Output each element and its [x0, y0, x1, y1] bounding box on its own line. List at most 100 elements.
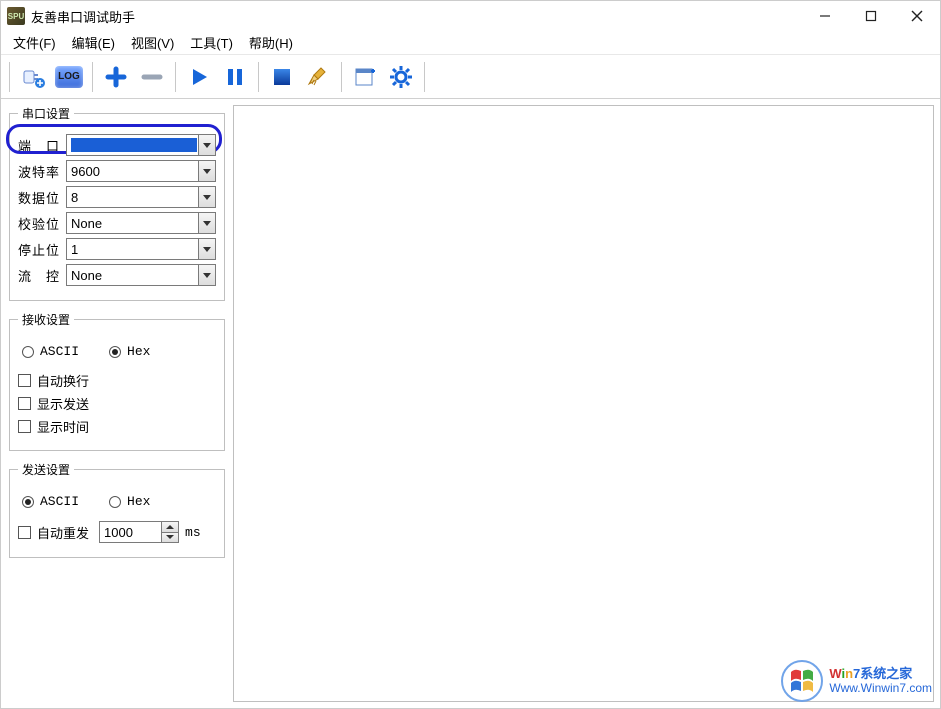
sidebar: 串口设置 端 口 波特率 9600 数据位 8	[1, 99, 233, 708]
radio-icon	[22, 496, 34, 508]
receive-text-area[interactable]	[233, 105, 934, 702]
spin-up-icon[interactable]	[162, 522, 178, 533]
checkbox-icon	[18, 374, 31, 387]
combo-flow-value: None	[71, 268, 102, 283]
main-area: 串口设置 端 口 波特率 9600 数据位 8	[1, 99, 940, 708]
combo-databits[interactable]: 8	[66, 186, 216, 208]
radio-send-ascii[interactable]: ASCII	[22, 494, 79, 509]
chevron-down-icon	[198, 161, 215, 181]
label-stopbits: 停止位	[18, 240, 62, 259]
maximize-button[interactable]	[848, 1, 894, 31]
label-autoresend: 自动重发	[37, 523, 89, 542]
toolbar-separator	[424, 62, 425, 92]
gear-icon	[387, 63, 415, 91]
combo-port[interactable]	[66, 134, 216, 156]
window-title: 友善串口调试助手	[31, 7, 135, 26]
close-icon	[911, 10, 923, 22]
settings-button[interactable]	[384, 60, 418, 94]
label-databits: 数据位	[18, 188, 62, 207]
new-window-icon	[351, 63, 379, 91]
combo-flow[interactable]: None	[66, 264, 216, 286]
pause-icon	[221, 63, 249, 91]
toolbar-separator	[341, 62, 342, 92]
toolbar-separator	[9, 62, 10, 92]
plug-connect-icon	[19, 63, 47, 91]
check-showsend[interactable]: 显示发送	[18, 394, 216, 413]
pause-button[interactable]	[218, 60, 252, 94]
send-mode-radios: ASCII Hex	[22, 490, 216, 513]
row-parity: 校验位 None	[18, 212, 216, 234]
checkbox-icon	[18, 420, 31, 433]
radio-send-hex[interactable]: Hex	[109, 494, 150, 509]
label-send-ascii: ASCII	[40, 494, 79, 509]
close-button[interactable]	[894, 1, 940, 31]
row-databits: 数据位 8	[18, 186, 216, 208]
plus-icon	[102, 63, 130, 91]
chevron-down-icon	[198, 213, 215, 233]
titlebar: SPU 友善串口调试助手	[1, 1, 940, 31]
row-stopbits: 停止位 1	[18, 238, 216, 260]
log-icon: LOG	[55, 66, 83, 88]
maximize-icon	[865, 10, 877, 22]
stop-icon	[268, 63, 296, 91]
minimize-button[interactable]	[802, 1, 848, 31]
combo-baud[interactable]: 9600	[66, 160, 216, 182]
group-recv-settings: 接收设置 ASCII Hex 自动换行 显示发送	[9, 311, 225, 451]
spin-autoresend-interval[interactable]: 1000	[99, 521, 179, 543]
chevron-down-icon	[198, 135, 215, 155]
row-flow: 流 控 None	[18, 264, 216, 286]
window-controls	[802, 1, 940, 31]
legend-recv: 接收设置	[18, 311, 74, 328]
radio-recv-hex[interactable]: Hex	[109, 344, 150, 359]
label-autowrap: 自动换行	[37, 371, 89, 390]
menu-view[interactable]: 视图(V)	[123, 31, 182, 54]
radio-icon	[22, 346, 34, 358]
menu-edit[interactable]: 编辑(E)	[64, 31, 123, 54]
toolbar-separator	[92, 62, 93, 92]
log-button[interactable]: LOG	[52, 60, 86, 94]
menu-tools[interactable]: 工具(T)	[182, 31, 241, 54]
spin-down-icon[interactable]	[162, 533, 178, 543]
play-button[interactable]	[182, 60, 216, 94]
radio-icon	[109, 496, 121, 508]
app-icon: SPU	[7, 7, 25, 25]
combo-parity-value: None	[71, 216, 102, 231]
radio-recv-ascii[interactable]: ASCII	[22, 344, 79, 359]
check-showtime[interactable]: 显示时间	[18, 417, 216, 436]
connect-button[interactable]	[16, 60, 50, 94]
play-icon	[185, 63, 213, 91]
menubar: 文件(F) 编辑(E) 视图(V) 工具(T) 帮助(H)	[1, 31, 940, 55]
label-recv-hex: Hex	[127, 344, 150, 359]
label-port: 端 口	[18, 136, 62, 155]
row-autoresend: 自动重发 1000 ms	[18, 521, 216, 543]
new-window-button[interactable]	[348, 60, 382, 94]
row-port: 端 口	[18, 134, 216, 156]
label-showsend: 显示发送	[37, 394, 89, 413]
label-flow: 流 控	[18, 266, 62, 285]
clear-brush-button[interactable]	[301, 60, 335, 94]
combo-stopbits[interactable]: 1	[66, 238, 216, 260]
remove-button[interactable]	[135, 60, 169, 94]
combo-databits-value: 8	[71, 190, 78, 205]
label-showtime: 显示时间	[37, 417, 89, 436]
checkbox-icon[interactable]	[18, 526, 31, 539]
minus-icon	[138, 63, 166, 91]
combo-baud-value: 9600	[71, 164, 100, 179]
spin-buttons	[161, 522, 178, 542]
menu-file[interactable]: 文件(F)	[5, 31, 64, 54]
menu-help[interactable]: 帮助(H)	[241, 31, 301, 54]
label-parity: 校验位	[18, 214, 62, 233]
stop-clear-button[interactable]	[265, 60, 299, 94]
toolbar: LOG	[1, 55, 940, 99]
radio-icon	[109, 346, 121, 358]
combo-port-value	[71, 138, 197, 152]
label-baud: 波特率	[18, 162, 62, 181]
chevron-down-icon	[198, 239, 215, 259]
add-button[interactable]	[99, 60, 133, 94]
combo-parity[interactable]: None	[66, 212, 216, 234]
toolbar-separator	[175, 62, 176, 92]
group-serial-settings: 串口设置 端 口 波特率 9600 数据位 8	[9, 105, 225, 301]
legend-serial: 串口设置	[18, 105, 74, 122]
broom-icon	[304, 63, 332, 91]
check-autowrap[interactable]: 自动换行	[18, 371, 216, 390]
